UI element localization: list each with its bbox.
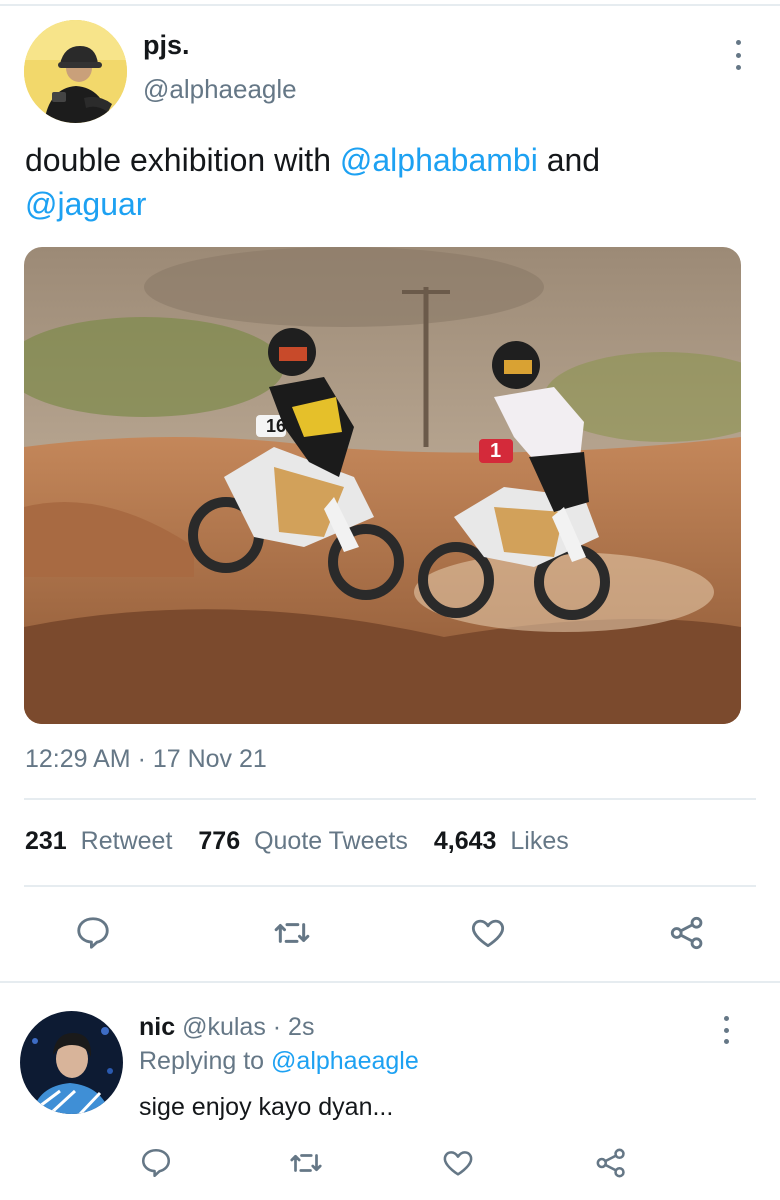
divider-bottom	[24, 885, 756, 887]
reply-author-name[interactable]: nic	[139, 1013, 175, 1041]
bike-number-1: 1	[490, 440, 501, 462]
tweet-text-middle: and	[537, 142, 601, 178]
like-icon[interactable]	[466, 911, 510, 955]
author-avatar[interactable]	[24, 20, 127, 123]
divider-top	[24, 798, 756, 800]
reply-reply-icon[interactable]	[134, 1141, 178, 1185]
tweet-text: double exhibition with @alphabambi and @…	[25, 138, 745, 226]
top-border	[0, 4, 780, 6]
author-name[interactable]: pjs.	[143, 30, 190, 61]
reply-time: · 2s	[272, 1013, 315, 1041]
reply-like-icon[interactable]	[436, 1141, 480, 1185]
tweet-stats: 231 Retweet 776 Quote Tweets 4,643 Likes	[25, 827, 569, 856]
mention-alphabambi[interactable]: @alphabambi	[340, 142, 538, 178]
reply-author-handle[interactable]: @kulas	[182, 1013, 266, 1041]
reply-share-icon[interactable]	[589, 1141, 633, 1185]
reply-avatar-photo	[20, 1011, 123, 1114]
tweet-text-start: double exhibition with	[25, 142, 340, 178]
tweet-timestamp[interactable]: 12:29 AM · 17 Nov 21	[25, 745, 267, 774]
motocross-photo: 16 1	[24, 247, 741, 724]
replying-to-label: Replying to	[139, 1047, 272, 1075]
replying-to-handle[interactable]: @alphaeagle	[271, 1047, 419, 1075]
quote-tweets-label: Quote Tweets	[254, 827, 408, 855]
quote-tweets-count: 776	[198, 827, 241, 855]
retweet-count: 231	[25, 827, 67, 855]
bike-number-16: 16	[266, 416, 286, 436]
retweet-icon[interactable]	[270, 911, 314, 955]
share-icon[interactable]	[665, 911, 709, 955]
tweet-media-image[interactable]: 16 1	[24, 247, 741, 724]
more-options-icon[interactable]	[733, 40, 743, 70]
likes-label: Likes	[510, 827, 569, 855]
reply-header: nic @kulas · 2s	[139, 1013, 314, 1042]
thread-divider	[0, 981, 780, 983]
reply-more-options-icon[interactable]	[721, 1016, 731, 1044]
author-handle[interactable]: @alphaeagle	[143, 74, 297, 105]
likes-count: 4,643	[433, 827, 497, 855]
reply-author-avatar[interactable]	[20, 1011, 123, 1114]
retweet-label: Retweet	[80, 827, 173, 855]
reply-text: sige enjoy kayo dyan...	[139, 1093, 394, 1121]
likes-stat[interactable]: 4,643 Likes	[434, 827, 569, 856]
replying-to: Replying to @alphaeagle	[139, 1047, 419, 1076]
avatar-photo	[24, 20, 127, 123]
reply-retweet-icon[interactable]	[284, 1141, 328, 1185]
reply-icon[interactable]	[71, 911, 115, 955]
quote-tweets-stat[interactable]: 776 Quote Tweets	[198, 827, 407, 856]
retweet-stat[interactable]: 231 Retweet	[25, 827, 172, 856]
mention-jaguar[interactable]: @jaguar	[25, 186, 146, 222]
